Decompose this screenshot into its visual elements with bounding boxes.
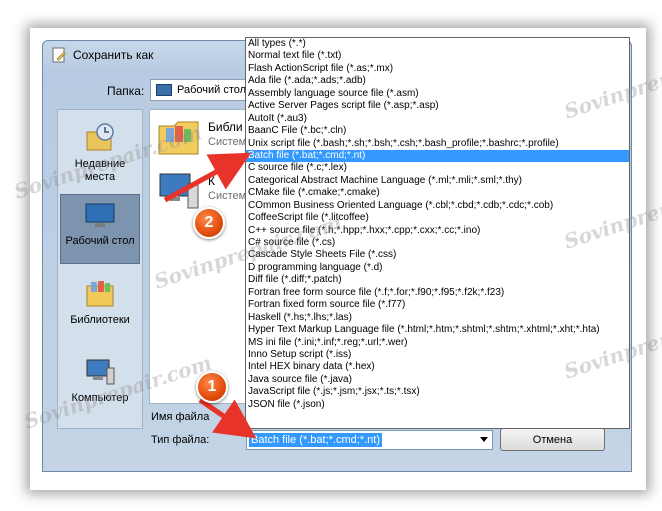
arrow-to-type-select bbox=[198, 397, 257, 439]
arrow-to-batch-item bbox=[163, 152, 252, 203]
step-badge-1: 1 bbox=[196, 371, 228, 403]
annotation-arrows bbox=[163, 152, 257, 439]
step-badge-2: 2 bbox=[193, 207, 225, 239]
